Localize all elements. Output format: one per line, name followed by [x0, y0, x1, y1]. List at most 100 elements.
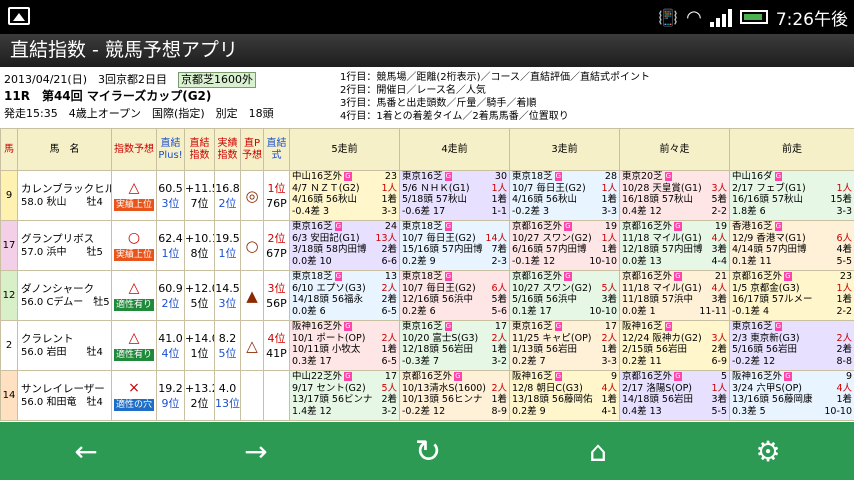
- race-finish: 1着: [491, 394, 507, 405]
- horse-number: 2: [0, 320, 18, 371]
- past-race-cell[interactable]: 京都16芝外 G 23 1/5 京都金(G3) 1人 16/17頭 57ルメー 1着 -…: [729, 270, 854, 321]
- col-p[interactable]: 直P 予想: [240, 128, 264, 171]
- race-title: 10/27 スワン(G2): [512, 282, 592, 294]
- shiki-cell: 2位 67P: [263, 220, 290, 271]
- past-race-cell[interactable]: 東京16芝 G 2/3 東京新(G3) 2人 5/16頭 56岩田 2着 -0.2差 …: [729, 320, 854, 371]
- past-race-cell[interactable]: 東京18芝 G 28 10/7 毎日王(G2) 1人 4/16頭 56秋山 1着 -0.…: [509, 170, 620, 221]
- past-race-cell[interactable]: 東京16芝 G 17 11/25 キャピ(OP) 2人 1/13頭 56岩田 1着 0.…: [509, 320, 620, 371]
- horse-name-cell[interactable]: ダノンシャーク 56.0 Cデムー 牡5: [17, 270, 112, 321]
- past-race-cell[interactable]: 京都16芝外 G 10/13清水S(1600) 2人 10/13頭 56ヒンナ 1着 …: [399, 370, 510, 421]
- race-title: 2/17 フェブ(G1): [732, 182, 806, 194]
- past-race-cell[interactable]: 東京20芝 G 10/28 天皇賞(G1) 3人 16/18頭 57秋山 5着 0.4…: [619, 170, 730, 221]
- grade-icon: G: [444, 222, 453, 231]
- past-race-cell[interactable]: 阪神16芝 G 9 12/8 朝日C(G3) 4人 13/18頭 56藤岡佑 1着 0.…: [509, 370, 620, 421]
- col-plus[interactable]: 直結 Plus!: [156, 128, 185, 171]
- race-entry: 10/13頭 56ヒンナ: [402, 394, 483, 405]
- p-mark: ○: [240, 220, 264, 271]
- p-mark: ◎: [240, 170, 264, 221]
- race-position: 10-10: [589, 305, 617, 317]
- settings-gear-icon[interactable]: ⚙: [718, 422, 818, 480]
- past-race-cell[interactable]: 東京16芝 G 24 6/3 安田記(G1) 13人 3/18頭 58内田博 2着 0.…: [289, 220, 400, 271]
- jisseki-cell: 16.8 2位: [214, 170, 241, 221]
- horse-table[interactable]: 馬 馬 名 指数予想 直結 Plus! 直結 指数 実績 指数 直P 予想 直結…: [0, 128, 854, 422]
- race-title: 6/3 安田記(G1): [292, 232, 360, 244]
- table-row[interactable]: 9カレンブラックヒル58.0 秋山 牡4△実績上位60.53位+11.57位16…: [0, 170, 854, 221]
- race-title: 10/20 富士S(G3): [402, 332, 479, 344]
- plus-rank: 1位: [161, 246, 180, 260]
- race-margin: 1.8差 6: [732, 205, 766, 217]
- race-popularity: 3人: [711, 182, 727, 194]
- past-race-cell[interactable]: 京都16芝外 G 19 10/27 スワン(G2) 1人 6/16頭 57内田博 1着 …: [509, 220, 620, 271]
- past-race-cell[interactable]: 東京18芝 G 10/7 毎日王(G2) 6人 12/16頭 56浜中 5着 0.2差…: [399, 270, 510, 321]
- grade-icon: G: [444, 272, 453, 281]
- past-race-cell[interactable]: 東京18芝 G 13 6/10 エプソ(G3) 2人 14/18頭 56福永 2着 0.…: [289, 270, 400, 321]
- yoso-cell: × 適性の穴: [111, 370, 157, 421]
- race-score: 17: [384, 371, 397, 383]
- index-rank: 1位: [190, 346, 209, 360]
- race-position: 3-2: [381, 405, 397, 417]
- grade-icon: G: [344, 372, 352, 381]
- horse-name: ダノンシャーク: [21, 282, 95, 295]
- race-finish: 2着: [711, 344, 727, 355]
- table-row[interactable]: 14サンレイレーザー56.0 和田竜 牡4×適性の穴19.29位+13.22位4…: [0, 370, 854, 421]
- forward-arrow-icon[interactable]: →: [206, 422, 306, 480]
- race-finish: 1着: [601, 244, 617, 255]
- table-row[interactable]: 17グランプリボス57.0 浜中 牡5○実績上位62.41位+10.18位19.…: [0, 220, 854, 271]
- col-r3[interactable]: 3走前: [509, 128, 620, 171]
- race-title: 11/18 マイル(G1): [622, 282, 702, 294]
- col-r2[interactable]: 前々走: [619, 128, 730, 171]
- col-r5[interactable]: 5走前: [289, 128, 400, 171]
- shiki-point: 41P: [266, 346, 287, 360]
- back-arrow-icon[interactable]: ←: [36, 422, 136, 480]
- past-race-cell[interactable]: 京都16芝外 G 5 2/17 洛陽S(OP) 1人 14/18頭 56岩田 3着 0.…: [619, 370, 730, 421]
- index-cell: +13.22位: [184, 370, 215, 421]
- jisseki-cell: 14.5 3位: [214, 270, 241, 321]
- race-position: 6-9: [711, 355, 727, 367]
- race-position: 5-6: [491, 305, 507, 317]
- past-race-cell[interactable]: 阪神16芝外 G 10/1 ポート(OP) 2人 10/11頭 小牧太 1着 0.3差…: [289, 320, 400, 371]
- race-position: 3-3: [381, 205, 397, 217]
- col-shiki[interactable]: 直結 式: [263, 128, 290, 171]
- race-finish: 5着: [491, 294, 507, 305]
- table-row[interactable]: 12ダノンシャーク56.0 Cデムー 牡5△適性有り60.92位+12.05位1…: [0, 270, 854, 321]
- race-popularity: 4人: [836, 382, 852, 394]
- past-race-cell[interactable]: 東京16芝 G 30 5/6 ＮＨＫ(G1) 1人 5/18頭 57秋山 1着 -0.6…: [399, 170, 510, 221]
- race-course: 東京20芝: [622, 171, 663, 183]
- table-row[interactable]: 2クラレント56.0 岩田 牡4△適性有り41.04位+14.01位8.25位△…: [0, 320, 854, 371]
- yoso-cell: ○ 実績上位: [111, 220, 157, 271]
- index-value: +10.1: [185, 231, 214, 245]
- past-race-cell[interactable]: 香港16芝 G 12/9 香港マ(G1) 6人 4/14頭 57内田博 4着 0.1差…: [729, 220, 854, 271]
- past-race-cell[interactable]: 東京18芝 G 10/7 毎日王(G2) 14人 15/16頭 57内田博 7着 0.…: [399, 220, 510, 271]
- horse-number: 12: [0, 270, 18, 321]
- col-yoso[interactable]: 指数予想: [111, 128, 157, 171]
- past-race-cell[interactable]: 京都16芝外 G 19 11/18 マイル(G1) 4人 12/18頭 57内田博 3着…: [619, 220, 730, 271]
- col-r1[interactable]: 前走: [729, 128, 854, 171]
- col-name[interactable]: 馬 名: [17, 128, 112, 171]
- past-race-cell[interactable]: 中山22芝外 G 17 9/17 セント(G2) 5人 13/17頭 56ビンナ 2着 …: [289, 370, 400, 421]
- wifi-icon: ◠: [686, 6, 702, 28]
- col-no[interactable]: 馬: [0, 128, 18, 171]
- past-race-cell[interactable]: 京都16芝外 G 10/27 スワン(G2) 5人 5/16頭 56浜中 3着 0.1…: [509, 270, 620, 321]
- horse-name-cell[interactable]: サンレイレーザー 56.0 和田竜 牡4: [17, 370, 112, 421]
- past-race-cell[interactable]: 中山16芝外 G 23 4/7 ＮＺＴ(G2) 1人 4/16頭 56秋山 1着 -0.…: [289, 170, 400, 221]
- past-race-cell[interactable]: 阪神16芝 G 12/24 阪神カ(G2) 3人 2/15頭 56岩田 2着 0.2差…: [619, 320, 730, 371]
- plus-rank: 3位: [161, 196, 180, 210]
- past-race-cell[interactable]: 京都16芝外 G 21 11/18 マイル(G1) 4人 11/18頭 57浜中 3着 …: [619, 270, 730, 321]
- horse-name-cell[interactable]: クラレント 56.0 岩田 牡4: [17, 320, 112, 371]
- home-icon[interactable]: ⌂: [548, 422, 648, 480]
- race-finish: 1着: [601, 344, 617, 355]
- race-title: 10/28 天皇賞(G1): [622, 182, 702, 194]
- past-race-cell[interactable]: 阪神16芝外 G 9 3/24 六甲S(OP) 4人 13/16頭 56藤岡康 1着 0…: [729, 370, 854, 421]
- col-jisseki[interactable]: 実績 指数: [214, 128, 241, 171]
- col-r4[interactable]: 4走前: [399, 128, 510, 171]
- horse-name-cell[interactable]: カレンブラックヒル 58.0 秋山 牡4: [17, 170, 112, 221]
- race-finish: 2着: [381, 394, 397, 405]
- past-race-cell[interactable]: 東京16芝 G 17 10/20 富士S(G3) 2人 12/18頭 56岩田 1着 -…: [399, 320, 510, 371]
- col-index[interactable]: 直結 指数: [184, 128, 215, 171]
- horse-name-cell[interactable]: グランプリボス 57.0 浜中 牡5: [17, 220, 112, 271]
- race-course: 東京16芝: [402, 321, 443, 333]
- past-race-cell[interactable]: 中山16ダ G 2/17 フェブ(G1) 1人 16/16頭 57秋山 15着 1.8…: [729, 170, 854, 221]
- refresh-icon[interactable]: ↻: [378, 422, 478, 480]
- race-margin: -0.4差 3: [292, 205, 330, 217]
- race-popularity: 6人: [491, 282, 507, 294]
